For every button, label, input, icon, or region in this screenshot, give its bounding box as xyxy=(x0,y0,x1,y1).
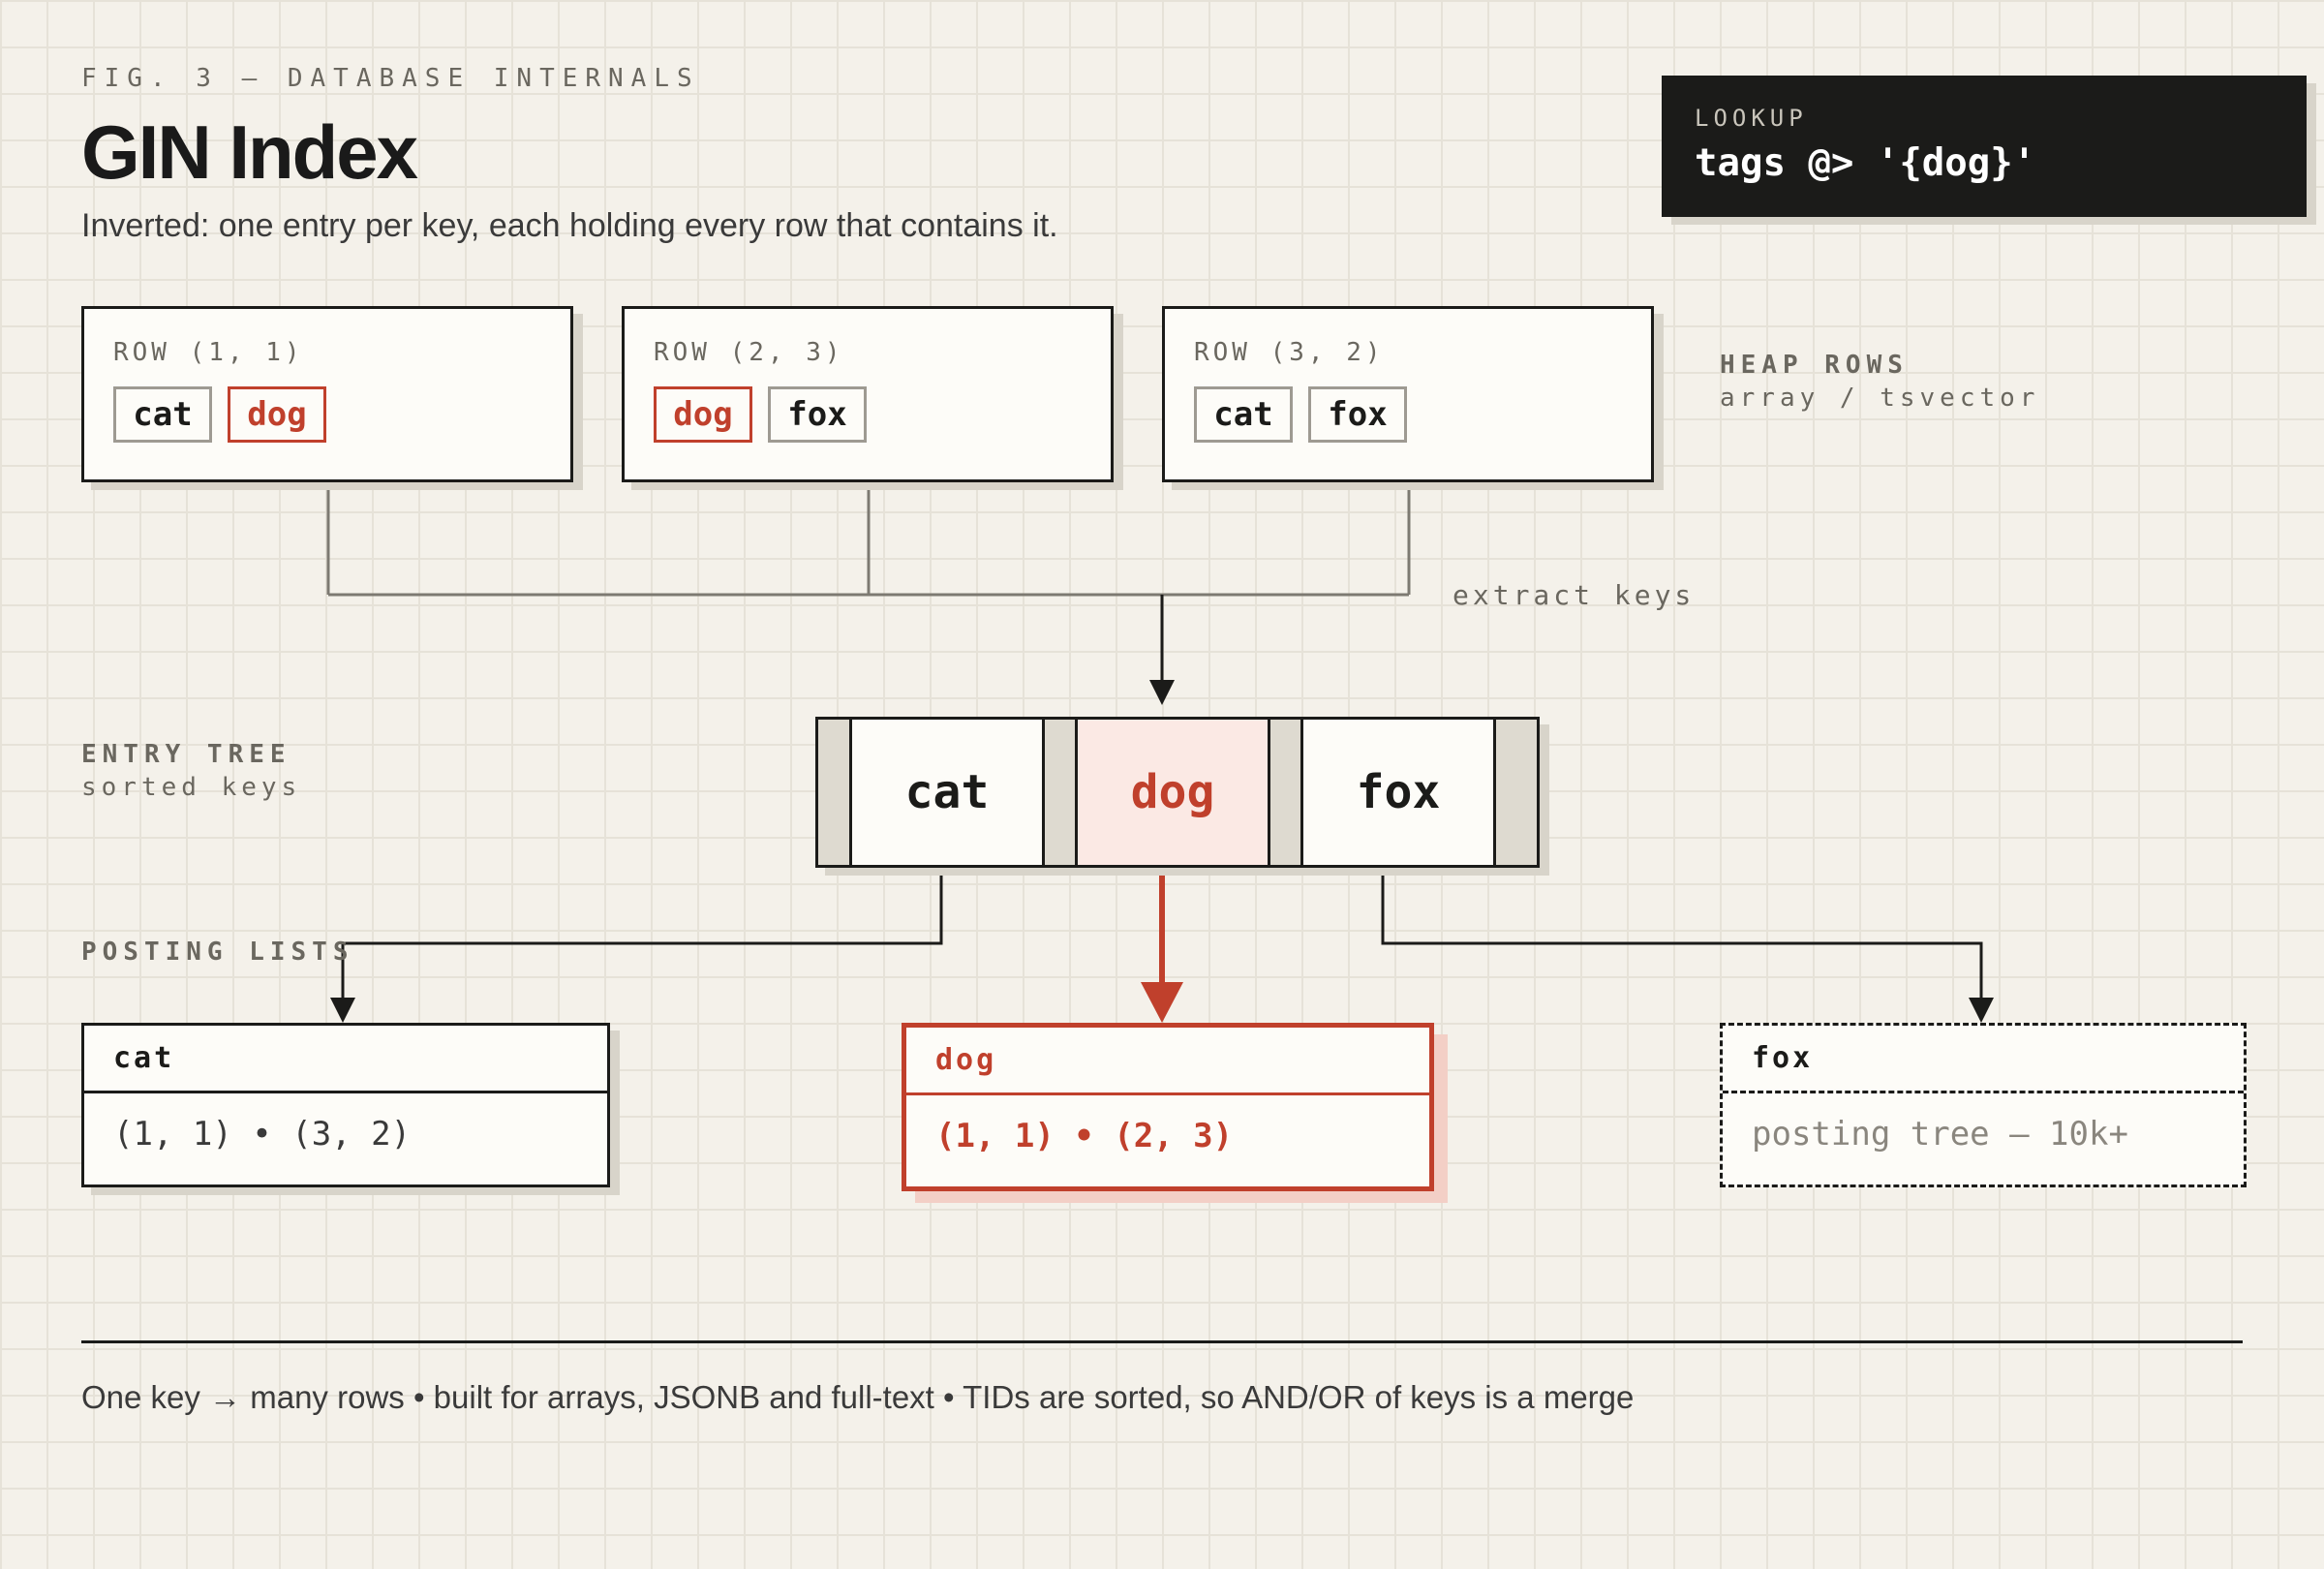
entry-key-cat: cat xyxy=(849,720,1045,865)
posting-list-dog: dog (1, 1) • (2, 3) xyxy=(902,1023,1434,1191)
dog-arrowhead xyxy=(1141,982,1183,1023)
heap-row-label: ROW (1, 1) xyxy=(113,338,304,367)
fox-branch-line xyxy=(1381,868,1983,998)
posting-list-fox: fox posting tree — 10k+ xyxy=(1720,1023,2247,1187)
posting-list-key: cat xyxy=(84,1026,607,1093)
heap-row-3: ROW (3, 2) cat fox xyxy=(1162,306,1654,482)
key-chip-cat: cat xyxy=(1194,386,1293,443)
entry-key-dog: dog xyxy=(1075,720,1270,865)
heap-row-1: ROW (1, 1) cat dog xyxy=(81,306,573,482)
posting-list-cat: cat (1, 1) • (3, 2) xyxy=(81,1023,610,1187)
entry-tree: cat dog fox xyxy=(815,717,1540,868)
key-chip-cat: cat xyxy=(113,386,212,443)
posting-list-tids: (1, 1) • (2, 3) xyxy=(935,1117,1234,1155)
posting-list-key: fox xyxy=(1723,1026,2244,1093)
heap-rows-subtitle: array / tsvector xyxy=(1720,384,2040,413)
key-chip-fox: fox xyxy=(1308,386,1407,443)
heap-row-label: ROW (2, 3) xyxy=(654,338,844,367)
key-chip-dog: dog xyxy=(228,386,326,443)
extract-arrowhead xyxy=(1149,680,1175,705)
heap-row-2: ROW (2, 3) dog fox xyxy=(622,306,1114,482)
key-chip-dog: dog xyxy=(654,386,752,443)
heap-row-label: ROW (3, 2) xyxy=(1194,338,1385,367)
footer-divider xyxy=(81,1340,2243,1343)
cat-branch-line xyxy=(341,868,943,998)
entry-key-fox: fox xyxy=(1300,720,1496,865)
heap-rows-title: HEAP ROWS xyxy=(1720,351,1909,380)
posting-list-key: dog xyxy=(906,1028,1429,1095)
entry-tree-title: ENTRY TREE xyxy=(81,740,291,769)
footer-note: One key → many rows • built for arrays, … xyxy=(81,1379,1635,1415)
fox-arrowhead xyxy=(1969,998,1994,1023)
posting-tree-note: posting tree — 10k+ xyxy=(1752,1115,2128,1154)
extract-keys-label: extract keys xyxy=(1452,579,1696,611)
posting-lists-title: POSTING LISTS xyxy=(81,938,354,967)
cat-arrowhead xyxy=(330,998,355,1023)
extract-connector xyxy=(326,484,1411,597)
posting-list-tids: (1, 1) • (3, 2) xyxy=(113,1115,412,1154)
entry-tree-subtitle: sorted keys xyxy=(81,773,302,802)
key-chip-fox: fox xyxy=(768,386,867,443)
